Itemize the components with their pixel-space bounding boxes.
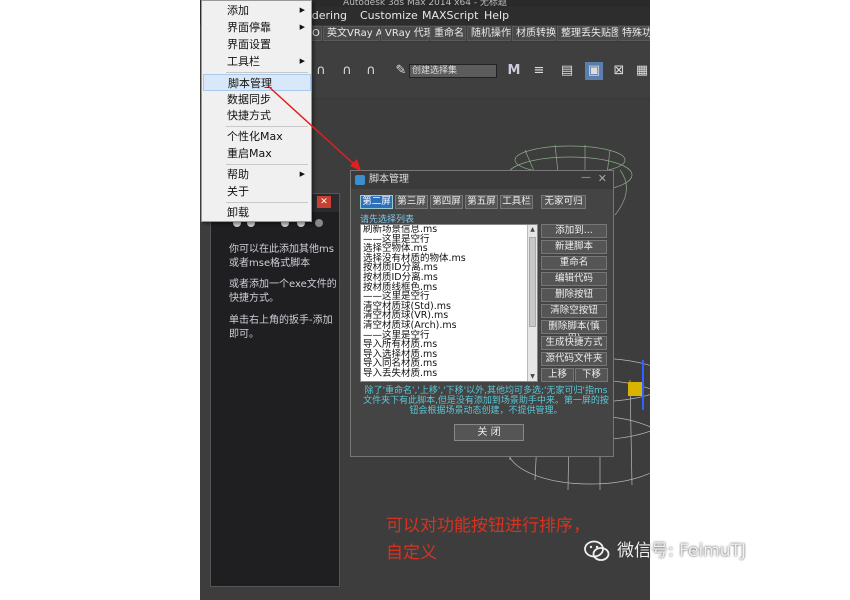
menu-item-script-manager[interactable]: 脚本管理 xyxy=(203,74,311,91)
toolbar-button-vray-proxy[interactable]: VRay 代理 xyxy=(381,26,434,41)
menu-customize[interactable]: Customize xyxy=(360,9,418,22)
menu-item-shortcut[interactable]: 快捷方式 xyxy=(203,107,311,124)
menu-item-uninstall[interactable]: 卸载 xyxy=(203,204,311,221)
scroll-down-icon[interactable]: ▼ xyxy=(528,372,537,381)
menu-help[interactable]: Help xyxy=(484,9,509,22)
layer-icon[interactable]: ▤ xyxy=(558,62,576,80)
angle-snap-icon[interactable]: ∩ xyxy=(338,62,356,80)
edit-named-selection-icon[interactable]: ✎ xyxy=(392,62,410,80)
script-manager-dialog: 脚本管理 — ✕ 第二屏 第三屏 第四屏 第五屏 工具栏 无家可归 请先选择列表… xyxy=(350,170,614,457)
wrench-icon[interactable] xyxy=(315,219,323,227)
context-menu: 添加 ▶ 界面停靠 ▶ 界面设置 工具栏 ▶ 脚本管理 数据同步 快捷方式 个性化Ma… xyxy=(201,0,312,222)
scene-helper-panel: ✕ 你可以在此添加其他ms或者mse格式脚本 或者添加一个exe文件的快捷方式。… xyxy=(210,193,340,587)
dialog-title: 脚本管理 xyxy=(351,171,613,189)
rename-button[interactable]: 重命名 xyxy=(541,256,607,270)
menu-item-personalize[interactable]: 个性化Max xyxy=(203,128,311,145)
menu-item-dock[interactable]: 界面停靠 ▶ xyxy=(203,19,311,36)
tab-screen-4[interactable]: 第四屏 xyxy=(430,195,463,209)
edit-code-button[interactable]: 编辑代码 xyxy=(541,272,607,286)
clear-empty-button[interactable]: 清除空按钮 xyxy=(541,304,607,318)
add-to-button[interactable]: 添加到... xyxy=(541,224,607,238)
toolbar-button-material-convert[interactable]: 材质转换 xyxy=(512,26,556,41)
close-icon[interactable]: ✕ xyxy=(317,196,331,208)
menu-item-toolbar[interactable]: 工具栏 ▶ xyxy=(203,53,311,70)
new-script-button[interactable]: 新建脚本 xyxy=(541,240,607,254)
script-list[interactable]: 刷新场景信息.ms ——这里是空行 选择空物体.ms 选择没有材质的物体.ms … xyxy=(360,224,538,382)
tab-screen-2[interactable]: 第二屏 xyxy=(360,195,393,209)
menu-item-restart[interactable]: 重启Max xyxy=(203,145,311,162)
minimize-icon[interactable]: — xyxy=(581,172,591,183)
tab-screen-5[interactable]: 第五屏 xyxy=(465,195,498,209)
panel-help-text: 或者添加一个exe文件的快捷方式。 xyxy=(229,279,337,304)
scroll-thumb[interactable] xyxy=(529,237,536,327)
curve-editor-icon[interactable]: ⊠ xyxy=(610,62,628,80)
percent-snap-icon[interactable]: ∩ xyxy=(362,62,380,80)
menu-separator xyxy=(226,202,308,203)
selection-set-dropdown[interactable]: 创建选择集 xyxy=(409,64,497,78)
wechat-icon xyxy=(584,540,610,561)
move-up-button[interactable]: 上移 xyxy=(541,368,574,382)
app-icon xyxy=(355,175,365,185)
graphite-icon[interactable]: ▣ xyxy=(585,62,603,80)
list-scrollbar[interactable]: ▲ ▼ xyxy=(527,225,537,381)
submenu-arrow-icon: ▶ xyxy=(299,57,305,65)
mirror-icon[interactable]: M xyxy=(505,62,523,80)
submenu-arrow-icon: ▶ xyxy=(299,6,305,14)
menu-maxscript[interactable]: MAXScript xyxy=(422,9,478,22)
menu-item-ui-settings[interactable]: 界面设置 xyxy=(203,36,311,53)
delete-button-button[interactable]: 删除按钮 xyxy=(541,288,607,302)
dialog-note: 除了'重命名','上移','下移'以外,其他均可多选;'无家可归'指ms文件夹下… xyxy=(363,386,609,416)
tab-toolbar[interactable]: 工具栏 xyxy=(500,195,533,209)
magnet-icon[interactable]: ∩ xyxy=(312,62,330,80)
menu-item-data-sync[interactable]: 数据同步 xyxy=(203,91,311,108)
menu-separator xyxy=(226,126,308,127)
list-item[interactable]: 导入丢失材质.ms xyxy=(361,369,537,379)
create-shortcut-button[interactable]: 生成快捷方式 xyxy=(541,336,607,350)
menu-item-add[interactable]: 添加 ▶ xyxy=(203,2,311,19)
schematic-icon[interactable]: ▦ xyxy=(633,62,650,80)
submenu-arrow-icon: ▶ xyxy=(299,23,305,31)
menu-item-about[interactable]: 关于 xyxy=(203,183,311,200)
watermark: 微信号: FeimuTJ xyxy=(617,541,746,561)
source-folder-button[interactable]: 源代码文件夹 xyxy=(541,352,607,366)
menu-separator xyxy=(226,72,308,73)
close-icon[interactable]: ✕ xyxy=(598,172,607,185)
close-button[interactable]: 关 闭 xyxy=(454,424,524,441)
tab-homeless[interactable]: 无家可归 xyxy=(541,195,586,209)
scroll-up-icon[interactable]: ▲ xyxy=(528,225,537,234)
delete-script-button[interactable]: 删除脚本(慎用) xyxy=(541,320,607,344)
panel-help-text: 你可以在此添加其他ms或者mse格式脚本 xyxy=(229,244,334,269)
screenshot-stage: Autodesk 3ds Max 2014 x64 - 无标题 endering… xyxy=(0,0,850,600)
menu-separator xyxy=(226,164,308,165)
menu-item-help[interactable]: 帮助 ▶ xyxy=(203,166,311,183)
toolbar-button-rename[interactable]: 重命名 xyxy=(430,26,466,41)
toolbar-button-random[interactable]: 随机操作 xyxy=(467,26,511,41)
toolbar-button-missing-maps[interactable]: 整理丢失贴图 xyxy=(557,26,621,41)
panel-help-text: 单击右上角的扳手-添加即可。 xyxy=(229,315,333,340)
submenu-arrow-icon: ▶ xyxy=(299,170,305,178)
toolbar-button-vray-ao[interactable]: 英文VRay AO xyxy=(323,26,390,41)
align-icon[interactable]: ≡ xyxy=(530,62,548,80)
move-down-button[interactable]: 下移 xyxy=(575,368,608,382)
annotation-caption: 可以对功能按钮进行排序， 自定义 xyxy=(386,516,590,563)
tab-screen-3[interactable]: 第三屏 xyxy=(395,195,428,209)
toolbar-button-special[interactable]: 特殊功 xyxy=(618,26,650,41)
